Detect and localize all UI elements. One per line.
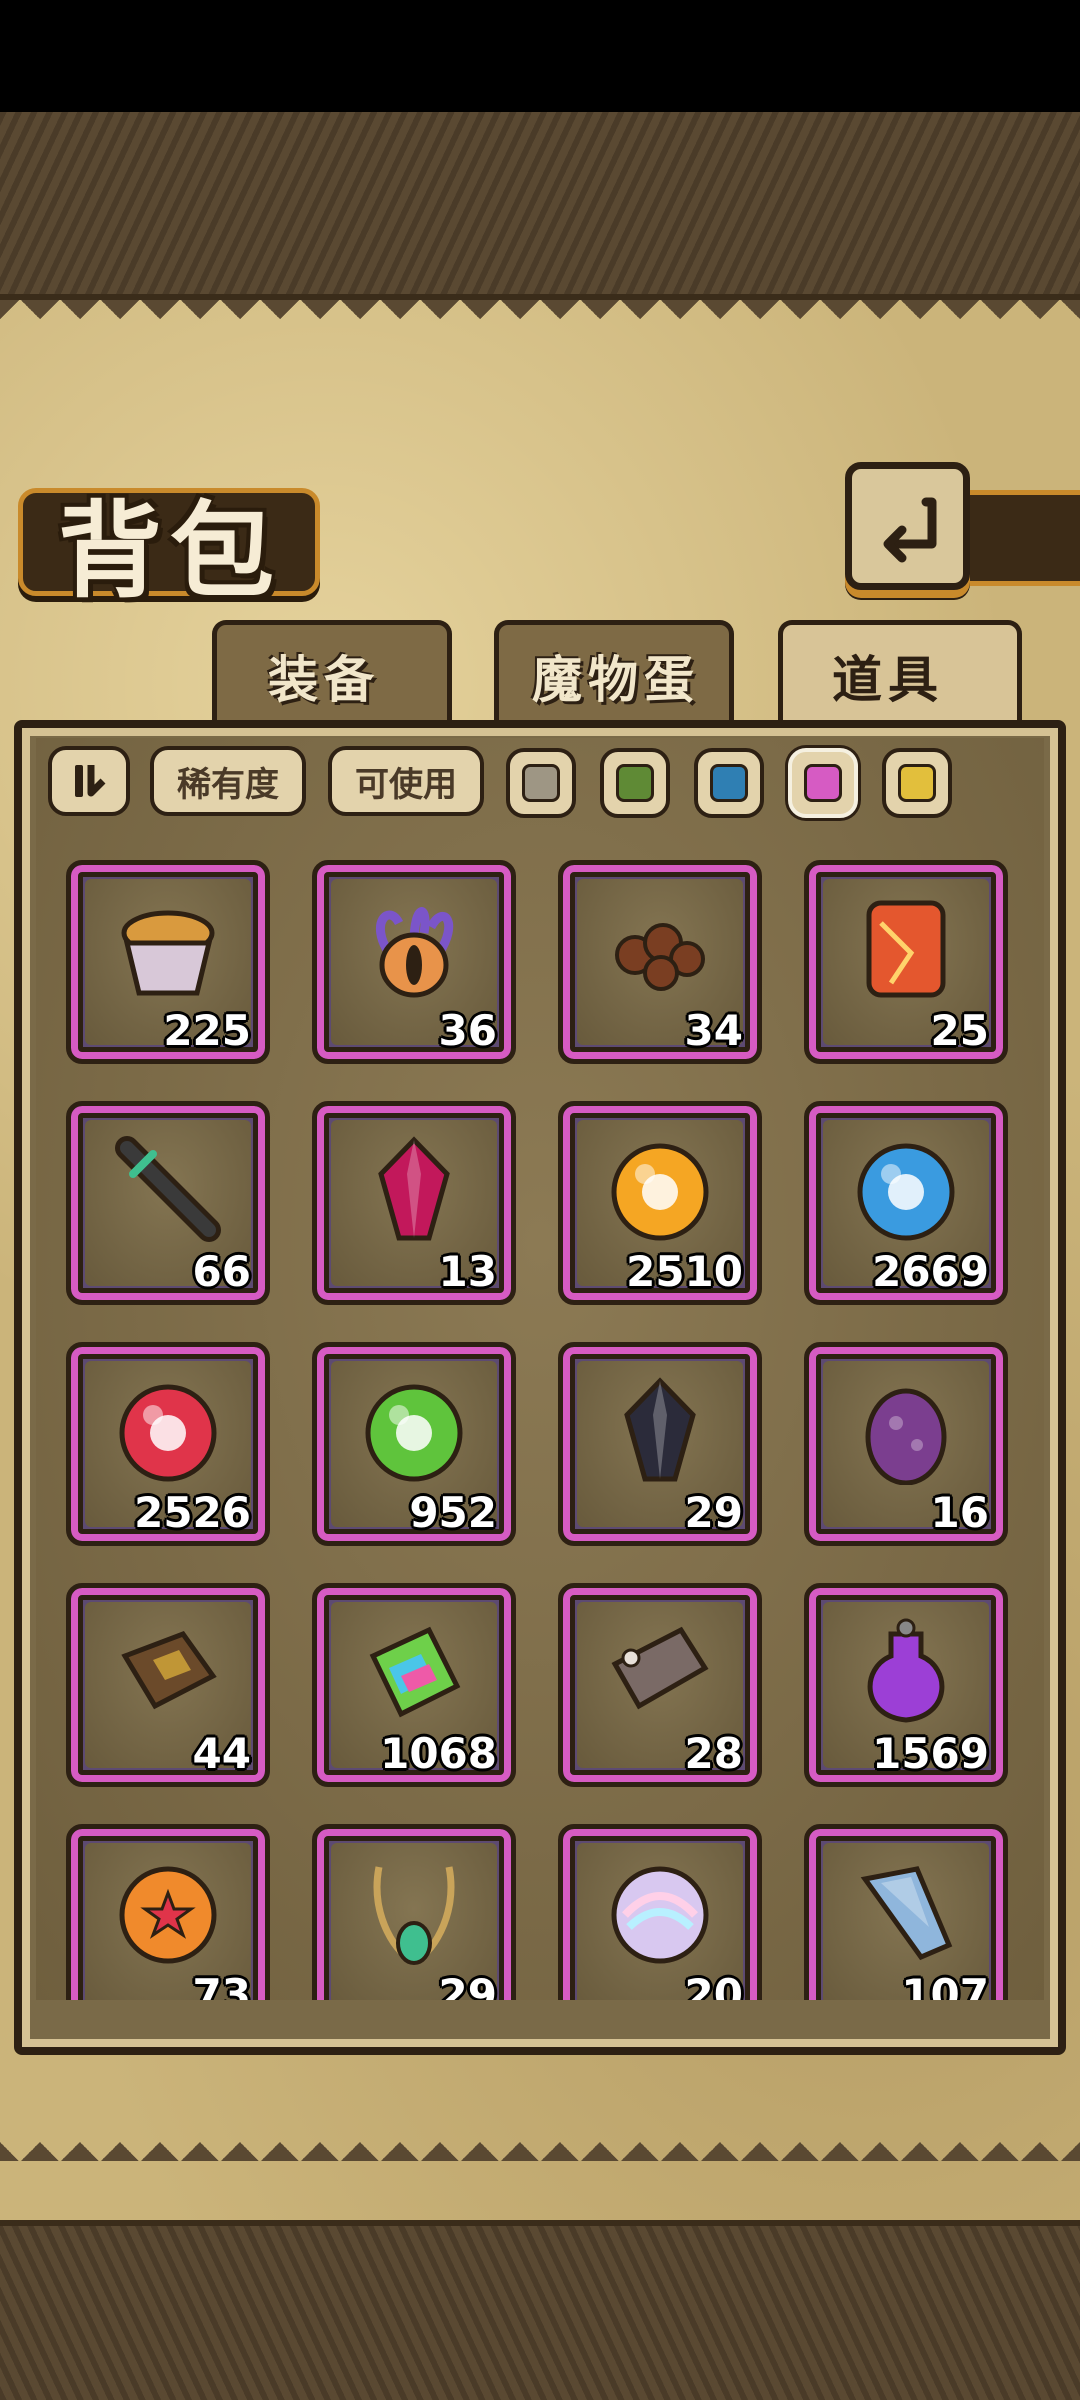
jade-necklace-icon — [373, 1866, 455, 1965]
item-count: 20 — [684, 1970, 743, 2000]
item-count: 225 — [163, 1006, 251, 1055]
item-count: 66 — [192, 1247, 251, 1296]
black-crystal-icon — [624, 1377, 696, 1482]
inventory-item[interactable]: 34 — [558, 860, 762, 1064]
purple-potion-icon — [867, 1618, 945, 1723]
back-arrow-icon — [883, 497, 936, 563]
inventory-item[interactable]: 2669 — [804, 1101, 1008, 1305]
item-count: 2526 — [134, 1488, 251, 1537]
item-count: 36 — [438, 1006, 497, 1055]
tab-items-label: 道具 — [832, 650, 944, 709]
inventory-item[interactable]: 29 — [312, 1824, 516, 2000]
bread-basket-icon — [121, 910, 215, 996]
item-count: 34 — [684, 1006, 743, 1055]
green-orb-icon — [365, 1384, 463, 1482]
item-count: 25 — [930, 1006, 989, 1055]
inventory-item[interactable]: 25 — [804, 860, 1008, 1064]
rainbow-fur-icon — [611, 1866, 709, 1964]
rarity-filter-gold[interactable] — [882, 748, 952, 818]
top-decor-band — [0, 112, 1080, 300]
inventory-item[interactable]: 107 — [804, 1824, 1008, 2000]
zigzag-border-top — [0, 300, 1080, 336]
item-count: 1569 — [872, 1729, 989, 1778]
brown-beans-icon — [615, 923, 705, 991]
dark-sword-icon — [115, 1136, 221, 1242]
inventory-item[interactable]: 66 — [66, 1101, 270, 1305]
magenta-crystal-icon — [378, 1136, 450, 1241]
fire-crystal-block-icon — [866, 900, 946, 998]
tab-equipment-label: 装备 — [268, 650, 380, 709]
rarity-filter-green[interactable] — [600, 748, 670, 818]
rarity-filter-gray[interactable] — [506, 748, 576, 818]
rarity-filter-purple[interactable] — [788, 748, 858, 818]
sort-toggle-icon — [75, 765, 106, 797]
inventory-item[interactable]: 28 — [558, 1583, 762, 1787]
status-bar — [0, 0, 1080, 112]
star-orb-icon — [119, 1866, 217, 1964]
item-count: 107 — [901, 1970, 989, 2000]
stone-tablet-icon — [611, 1626, 709, 1710]
tab-monster-egg-label: 魔物蛋 — [532, 650, 700, 709]
purple-tentacle-egg-icon — [375, 907, 454, 998]
inventory-item[interactable]: 2526 — [66, 1342, 270, 1546]
inventory-item[interactable]: 29 — [558, 1342, 762, 1546]
rarity-sort-button[interactable]: 稀有度 — [150, 746, 306, 816]
inventory-item[interactable]: 73 — [66, 1824, 270, 2000]
inventory-item[interactable]: 13 — [312, 1101, 516, 1305]
inventory-item[interactable]: 44 — [66, 1583, 270, 1787]
back-button[interactable] — [845, 462, 970, 590]
item-count: 28 — [684, 1729, 743, 1778]
rainbow-bar-icon — [369, 1626, 461, 1718]
item-count: 16 — [930, 1488, 989, 1537]
rarity-filter-blue[interactable] — [694, 748, 764, 818]
purple-egg-icon — [865, 1388, 947, 1485]
item-count: 2669 — [872, 1247, 989, 1296]
blue-shard-icon — [860, 1866, 953, 1961]
blue-orb-icon — [857, 1143, 955, 1241]
item-count: 29 — [438, 1970, 497, 2000]
item-count: 1068 — [380, 1729, 497, 1778]
inventory-item[interactable]: 225 — [66, 860, 270, 1064]
inventory-item[interactable]: 1068 — [312, 1583, 516, 1787]
inventory-item[interactable]: 952 — [312, 1342, 516, 1546]
zigzag-border-bottom — [0, 2125, 1080, 2161]
bottom-decor-band — [0, 2220, 1080, 2400]
usable-filter-button[interactable]: 可使用 — [328, 746, 484, 816]
item-count: 13 — [438, 1247, 497, 1296]
back-rail — [965, 490, 1080, 586]
item-grid: 225 36 34 25 66 13 2510 2669 2526 952 29 16 44 1068 28… — [66, 860, 1016, 2000]
inventory-item[interactable]: 20 — [558, 1824, 762, 2000]
item-count: 73 — [192, 1970, 251, 2000]
item-count: 952 — [409, 1488, 497, 1537]
inventory-item[interactable]: 16 — [804, 1342, 1008, 1546]
inventory-item[interactable]: 1569 — [804, 1583, 1008, 1787]
sort-button[interactable] — [48, 746, 130, 816]
red-orb-icon — [119, 1384, 217, 1482]
orange-orb-icon — [611, 1143, 709, 1241]
magic-book-icon — [121, 1630, 217, 1710]
inventory-item[interactable]: 2510 — [558, 1101, 762, 1305]
item-count: 29 — [684, 1488, 743, 1537]
item-count: 2510 — [626, 1247, 743, 1296]
item-count: 44 — [192, 1729, 251, 1778]
page-title: 背包 — [58, 489, 283, 612]
inventory-item[interactable]: 36 — [312, 860, 516, 1064]
